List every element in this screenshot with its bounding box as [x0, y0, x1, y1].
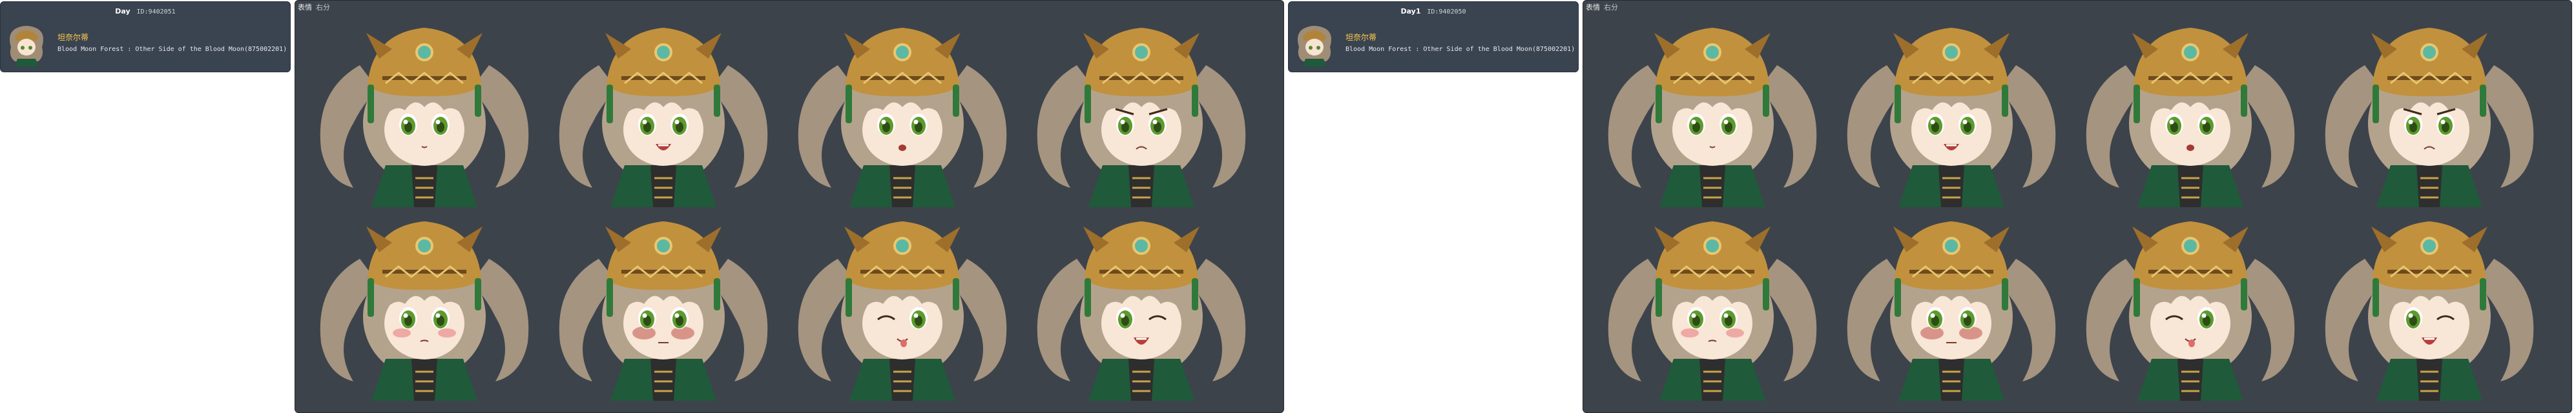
npc-id: ID:9402051 — [136, 8, 176, 15]
npc-id: ID:9402050 — [1427, 8, 1466, 15]
expression-frame-surprised — [786, 14, 1019, 207]
expression-frame-blush — [308, 207, 541, 401]
npc-info-card: Day1 ID:9402050 坦奈尔蒂 Blood Moon Forest :… — [1288, 1, 1579, 72]
panel-label-text: 表情 — [1586, 3, 1600, 12]
panel-label-sub: 右分 — [316, 3, 330, 12]
npc-card-title: Day1 ID:9402050 — [1289, 7, 1578, 15]
panel-label: 表情 右分 — [1586, 2, 1618, 12]
npc-card-title: Day ID:9402051 — [1, 7, 290, 15]
npc-avatar — [6, 21, 47, 66]
expression-panel: 表情 右分 — [295, 0, 1284, 413]
expression-frame-troubled — [2313, 14, 2546, 207]
expression-frame-blush — [1596, 207, 1829, 401]
panel-label: 表情 右分 — [298, 2, 330, 12]
expression-frame-troubled — [1025, 14, 1258, 207]
npc-name: 坦奈尔蒂 — [1345, 33, 1377, 42]
npc-location: Blood Moon Forest : Other Side of the Bl… — [1345, 46, 1575, 53]
expression-frame-smile — [1835, 14, 2068, 207]
npc-avatar — [1294, 21, 1335, 66]
expression-frame-angry — [547, 207, 780, 401]
panel-label-sub: 右分 — [1604, 3, 1618, 12]
expression-frame-angry — [1835, 207, 2068, 401]
expression-frame-smile — [547, 14, 780, 207]
expression-frame-default — [308, 14, 541, 207]
expression-panel: 表情 右分 — [1583, 0, 2572, 413]
expression-frame-tongue — [786, 207, 1019, 401]
panel-label-text: 表情 — [298, 3, 312, 12]
expression-frame-surprised — [2074, 14, 2307, 207]
expression-frame-default — [1596, 14, 1829, 207]
npc-card-title-text: Day1 — [1400, 7, 1421, 15]
npc-name: 坦奈尔蒂 — [57, 33, 89, 42]
npc-card-title-text: Day — [115, 7, 130, 15]
expression-frame-wink — [2313, 207, 2546, 401]
expression-frame-tongue — [2074, 207, 2307, 401]
npc-location: Blood Moon Forest : Other Side of the Bl… — [57, 46, 287, 53]
npc-info-card: Day ID:9402051 坦奈尔蒂 Blood Moon Forest : … — [0, 1, 291, 72]
expression-frame-wink — [1025, 207, 1258, 401]
